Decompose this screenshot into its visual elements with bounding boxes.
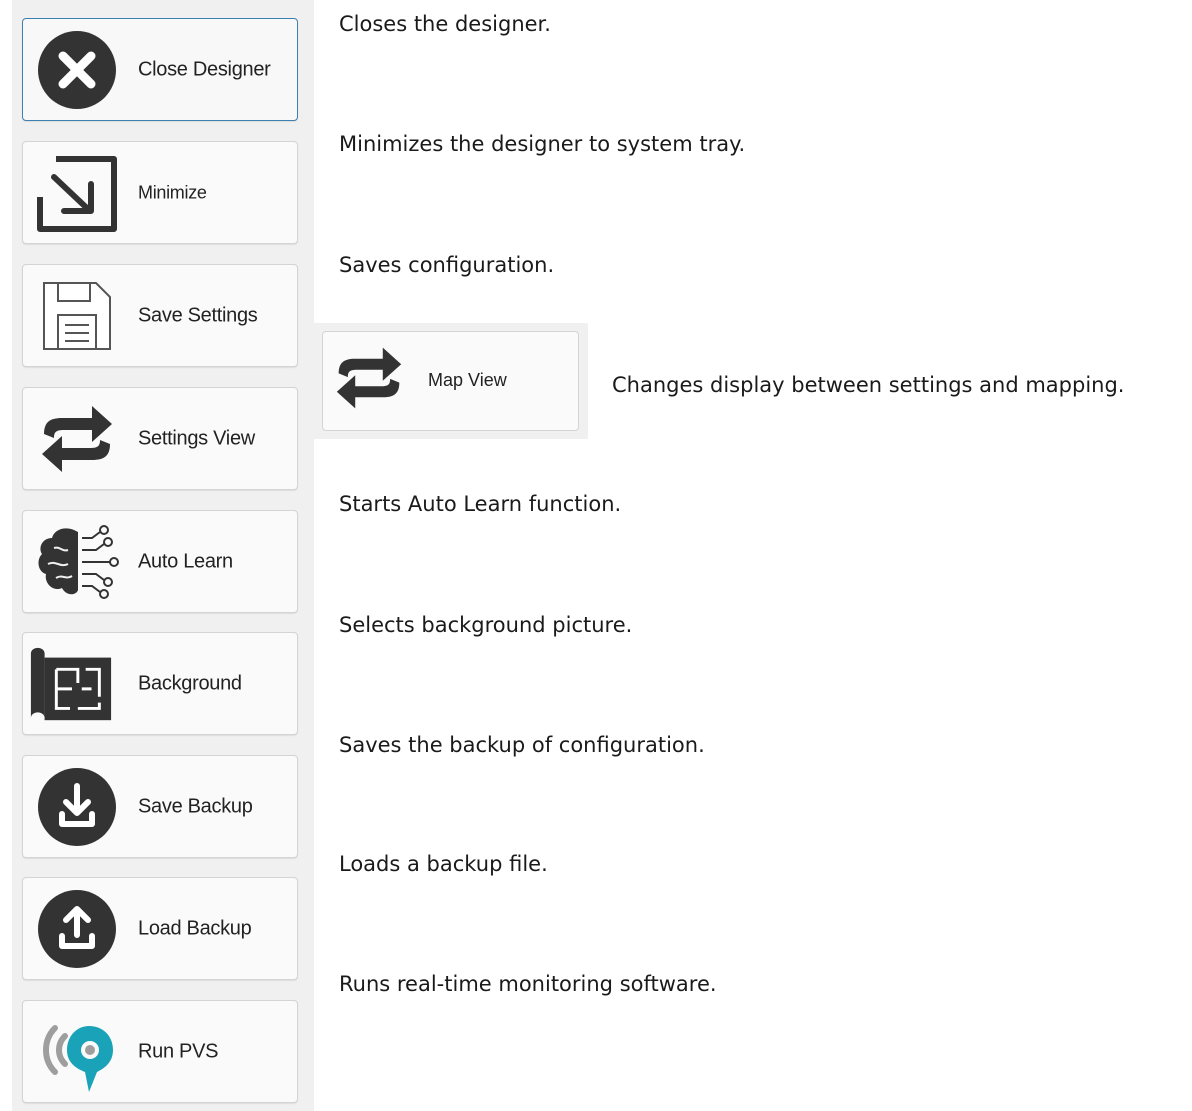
swap-arrows-icon — [333, 344, 413, 420]
save-backup-button[interactable]: Save Backup — [22, 755, 298, 858]
brain-circuit-icon — [33, 518, 121, 606]
background-description: Selects background picture. — [339, 613, 633, 637]
settings-view-button[interactable]: Settings View — [22, 387, 298, 490]
load-backup-label: Load Backup — [138, 917, 252, 939]
minimize-description: Minimizes the designer to system tray. — [339, 132, 746, 156]
background-label: Background — [138, 672, 242, 694]
load-backup-button[interactable]: Load Backup — [22, 877, 298, 980]
save-settings-description: Saves configuration. — [339, 253, 555, 277]
run-pvs-button[interactable]: Run PVS — [22, 1000, 298, 1103]
upload-icon — [33, 885, 121, 973]
view-toggle-description: Changes display between settings and map… — [612, 373, 1125, 397]
run-pvs-description: Runs real-time monitoring software. — [339, 972, 717, 996]
floor-plan-icon — [27, 640, 115, 728]
minimize-button[interactable]: Minimize — [22, 141, 298, 244]
run-pvs-label: Run PVS — [138, 1040, 219, 1062]
map-view-panel: Map View — [314, 323, 588, 439]
auto-learn-label: Auto Learn — [138, 550, 233, 572]
save-backup-label: Save Backup — [138, 795, 253, 817]
auto-learn-description: Starts Auto Learn function. — [339, 492, 622, 516]
download-icon — [33, 763, 121, 851]
floppy-disk-icon — [33, 272, 121, 360]
map-view-label: Map View — [428, 370, 507, 390]
minimize-label: Minimize — [138, 182, 207, 202]
auto-learn-button[interactable]: Auto Learn — [22, 510, 298, 613]
save-backup-description: Saves the backup of configuration. — [339, 733, 705, 757]
pvs-signal-icon — [33, 1008, 121, 1096]
load-backup-description: Loads a backup file. — [339, 852, 548, 876]
close-designer-button[interactable]: Close Designer — [22, 18, 298, 121]
close-icon — [33, 26, 121, 114]
settings-view-label: Settings View — [138, 427, 255, 449]
background-button[interactable]: Background — [22, 632, 298, 735]
save-settings-button[interactable]: Save Settings — [22, 264, 298, 367]
save-settings-label: Save Settings — [138, 304, 258, 326]
minimize-arrow-icon — [33, 149, 121, 237]
close-designer-label: Close Designer — [138, 58, 271, 80]
toolbar-panel: Close Designer Minimize Save Settings Se… — [12, 0, 314, 1111]
map-view-button[interactable]: Map View — [322, 331, 579, 431]
swap-arrows-icon — [33, 395, 121, 483]
close-designer-description: Closes the designer. — [339, 12, 551, 36]
